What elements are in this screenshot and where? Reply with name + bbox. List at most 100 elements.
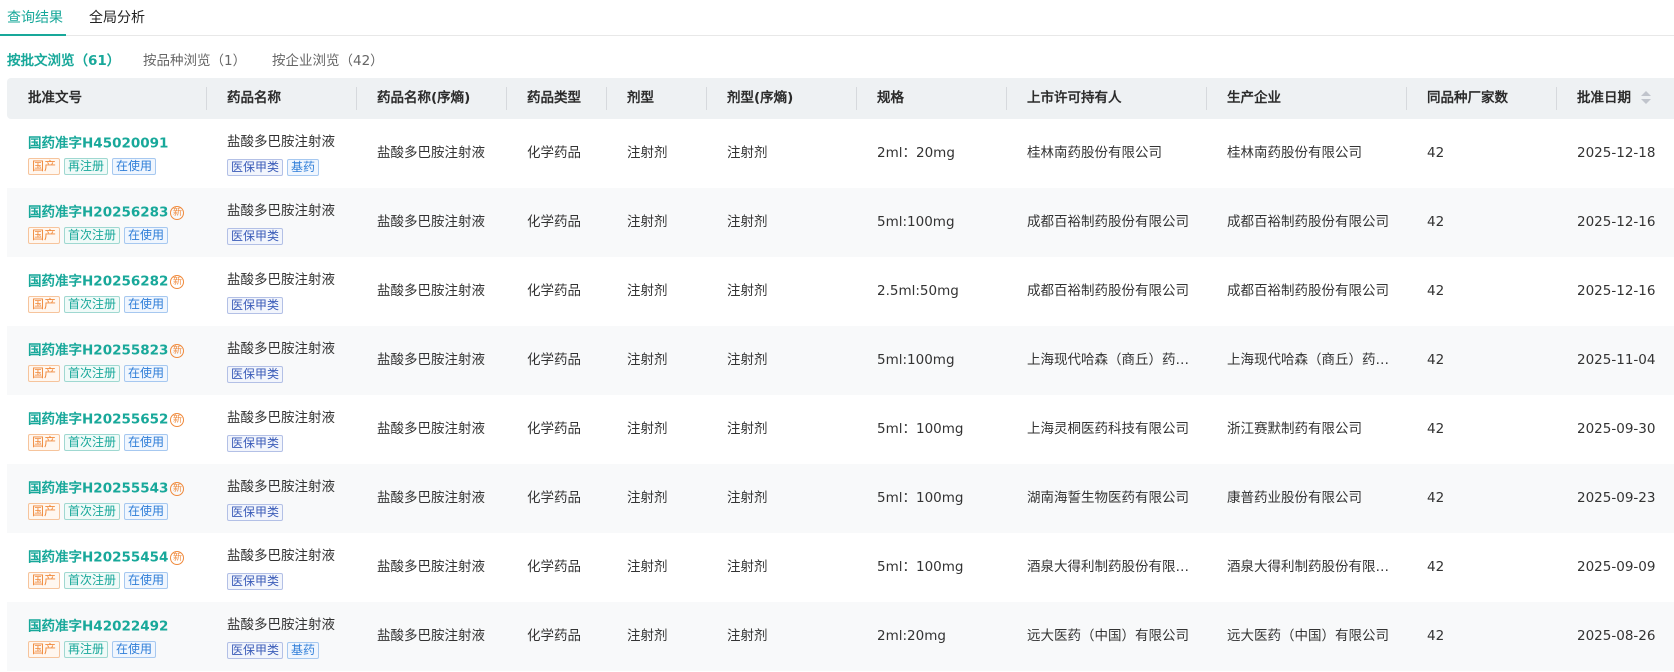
- approval-number-link[interactable]: 国药准字H20256283: [28, 205, 168, 221]
- column-header-same-count[interactable]: 同品种厂家数: [1427, 78, 1508, 119]
- table-row[interactable]: 国药准字H42022492 国产 再注册 在使用 盐酸多巴胺注射液 医保甲类 基药 盐酸多巴胺…: [7, 602, 1674, 671]
- status-badge: 国产: [28, 296, 61, 313]
- table-row[interactable]: 国药准字H20255454 新国产 首次注册 在使用 盐酸多巴胺注射液 医保甲类 盐酸多巴胺…: [7, 533, 1674, 602]
- cell-dosage-form: 注射剂: [627, 490, 668, 506]
- column-header-spec[interactable]: 规格: [877, 78, 904, 119]
- new-icon: 新: [170, 274, 185, 289]
- new-icon: 新: [170, 205, 185, 220]
- insurance-badge: 医保甲类: [227, 642, 284, 659]
- cell-holder: 上海灵桐医药科技有限公司: [1027, 421, 1189, 437]
- column-header-dosage-form-sort[interactable]: 剂型(序熵): [727, 78, 793, 119]
- column-header-approval-no[interactable]: 批准文号: [28, 78, 82, 119]
- cell-dosage-form-sort: 注射剂: [727, 490, 768, 506]
- column-header-drug-name[interactable]: 药品名称: [227, 78, 281, 119]
- cell-drug-name-sort: 盐酸多巴胺注射液: [377, 559, 485, 575]
- approval-number-link[interactable]: 国药准字H45020091: [28, 136, 168, 152]
- approval-number-link[interactable]: 国药准字H20255823: [28, 343, 168, 359]
- status-badge: 国产: [28, 572, 61, 589]
- drug-name-cell: 盐酸多巴胺注射液 医保甲类 基药: [227, 132, 335, 176]
- cell-approval-date: 2025-12-16: [1577, 283, 1656, 299]
- column-header-manufacturer[interactable]: 生产企业: [1227, 78, 1281, 119]
- table-row[interactable]: 国药准字H20256283 新国产 首次注册 在使用 盐酸多巴胺注射液 医保甲类 盐酸多巴胺…: [7, 188, 1674, 257]
- cell-drug-name-sort: 盐酸多巴胺注射液: [377, 145, 485, 161]
- table-row[interactable]: 国药准字H20255652 新国产 首次注册 在使用 盐酸多巴胺注射液 医保甲类 盐酸多巴胺…: [7, 395, 1674, 464]
- drug-name: 盐酸多巴胺注射液: [227, 548, 335, 564]
- cell-same-count: 42: [1427, 421, 1445, 437]
- subtab-by-variety[interactable]: 按品种浏览（1）: [143, 51, 246, 71]
- cell-approval-date: 2025-11-04: [1577, 352, 1656, 368]
- table-row[interactable]: 国药准字H45020091 国产 再注册 在使用 盐酸多巴胺注射液 医保甲类 基药 盐酸多巴胺…: [7, 119, 1674, 188]
- cell-manufacturer: 浙江赛默制药有限公司: [1227, 421, 1362, 437]
- cell-dosage-form-sort: 注射剂: [727, 352, 768, 368]
- approval-number-link[interactable]: 国药准字H20256282: [28, 274, 168, 290]
- top-tab-bar: 查询结果 全局分析: [0, 0, 1674, 36]
- sort-icon[interactable]: [1641, 90, 1651, 106]
- results-table: 批准文号 药品名称 药品名称(序熵) 药品类型 剂型 剂型(序熵) 规格 上市许…: [7, 78, 1674, 671]
- column-divider: [1006, 87, 1007, 110]
- cell-drug-type: 化学药品: [527, 352, 581, 368]
- approval-cell: 国药准字H20255454 新: [28, 547, 185, 567]
- table-row[interactable]: 国药准字H20255543 新国产 首次注册 在使用 盐酸多巴胺注射液 医保甲类 盐酸多巴胺…: [7, 464, 1674, 533]
- drug-name-cell: 盐酸多巴胺注射液 医保甲类: [227, 546, 335, 590]
- approval-cell: 国药准字H20255652 新: [28, 409, 185, 429]
- column-header-approval-date[interactable]: 批准日期: [1577, 78, 1651, 119]
- column-divider: [1206, 87, 1207, 110]
- status-tags: 国产 再注册 在使用: [28, 155, 160, 175]
- status-badge: 在使用: [112, 158, 157, 175]
- approval-number-link[interactable]: 国药准字H20255543: [28, 481, 168, 497]
- approval-number-link[interactable]: 国药准字H20255454: [28, 550, 168, 566]
- drug-name-cell: 盐酸多巴胺注射液 医保甲类: [227, 270, 335, 314]
- tab-query-results[interactable]: 查询结果: [7, 8, 63, 28]
- table-header: 批准文号 药品名称 药品名称(序熵) 药品类型 剂型 剂型(序熵) 规格 上市许…: [7, 78, 1674, 119]
- status-badge: 国产: [28, 641, 61, 658]
- status-badge: 再注册: [64, 641, 109, 658]
- tab-global-analysis[interactable]: 全局分析: [89, 8, 145, 28]
- column-header-drug-name-sort[interactable]: 药品名称(序熵): [377, 78, 470, 119]
- cell-dosage-form-sort: 注射剂: [727, 214, 768, 230]
- column-divider: [606, 87, 607, 110]
- approval-cell: 国药准字H42022492: [28, 616, 168, 636]
- status-tags: 国产 首次注册 在使用: [28, 569, 172, 589]
- cell-dosage-form-sort: 注射剂: [727, 145, 768, 161]
- insurance-badge: 基药: [287, 159, 320, 176]
- cell-holder: 成都百裕制药股份有限公司: [1027, 283, 1189, 299]
- table-row[interactable]: 国药准字H20256282 新国产 首次注册 在使用 盐酸多巴胺注射液 医保甲类 盐酸多巴胺…: [7, 257, 1674, 326]
- insurance-badge: 医保甲类: [227, 228, 284, 245]
- status-badge: 首次注册: [64, 296, 121, 313]
- cell-holder: 桂林南药股份有限公司: [1027, 145, 1162, 161]
- approval-number-link[interactable]: 国药准字H20255652: [28, 412, 168, 428]
- cell-drug-type: 化学药品: [527, 283, 581, 299]
- insurance-badge: 医保甲类: [227, 504, 284, 521]
- drug-name-cell: 盐酸多巴胺注射液 医保甲类 基药: [227, 615, 335, 659]
- drug-name: 盐酸多巴胺注射液: [227, 479, 335, 495]
- status-badge: 在使用: [124, 572, 169, 589]
- status-tags: 国产 首次注册 在使用: [28, 224, 172, 244]
- column-header-drug-type[interactable]: 药品类型: [527, 78, 581, 119]
- cell-spec: 5ml:100mg: [877, 214, 955, 230]
- cell-drug-type: 化学药品: [527, 214, 581, 230]
- table-body: 国药准字H45020091 国产 再注册 在使用 盐酸多巴胺注射液 医保甲类 基药 盐酸多巴胺…: [7, 119, 1674, 671]
- cell-dosage-form: 注射剂: [627, 559, 668, 575]
- table-row[interactable]: 国药准字H20255823 新国产 首次注册 在使用 盐酸多巴胺注射液 医保甲类 盐酸多巴胺…: [7, 326, 1674, 395]
- drug-name: 盐酸多巴胺注射液: [227, 410, 335, 426]
- status-badge: 在使用: [112, 641, 157, 658]
- cell-spec: 5ml:100mg: [877, 352, 955, 368]
- cell-manufacturer: 桂林南药股份有限公司: [1227, 145, 1362, 161]
- insurance-badge: 基药: [287, 642, 320, 659]
- cell-drug-name-sort: 盐酸多巴胺注射液: [377, 352, 485, 368]
- subtab-by-approval[interactable]: 按批文浏览（61）: [7, 51, 120, 71]
- cell-holder: 酒泉大得利制药股份有限…: [1027, 559, 1189, 575]
- cell-dosage-form: 注射剂: [627, 352, 668, 368]
- subtab-by-enterprise[interactable]: 按企业浏览（42）: [272, 51, 384, 71]
- status-badge: 国产: [28, 158, 61, 175]
- cell-spec: 2.5ml:50mg: [877, 283, 959, 299]
- cell-manufacturer: 康普药业股份有限公司: [1227, 490, 1362, 506]
- approval-cell: 国药准字H45020091: [28, 133, 168, 153]
- cell-same-count: 42: [1427, 352, 1445, 368]
- column-header-dosage-form[interactable]: 剂型: [627, 78, 654, 119]
- status-tags: 国产 再注册 在使用: [28, 638, 160, 658]
- column-header-holder[interactable]: 上市许可持有人: [1027, 78, 1122, 119]
- sub-tab-bar: 按批文浏览（61） 按品种浏览（1） 按企业浏览（42）: [0, 36, 1674, 78]
- approval-number-link[interactable]: 国药准字H42022492: [28, 619, 168, 635]
- cell-drug-type: 化学药品: [527, 145, 581, 161]
